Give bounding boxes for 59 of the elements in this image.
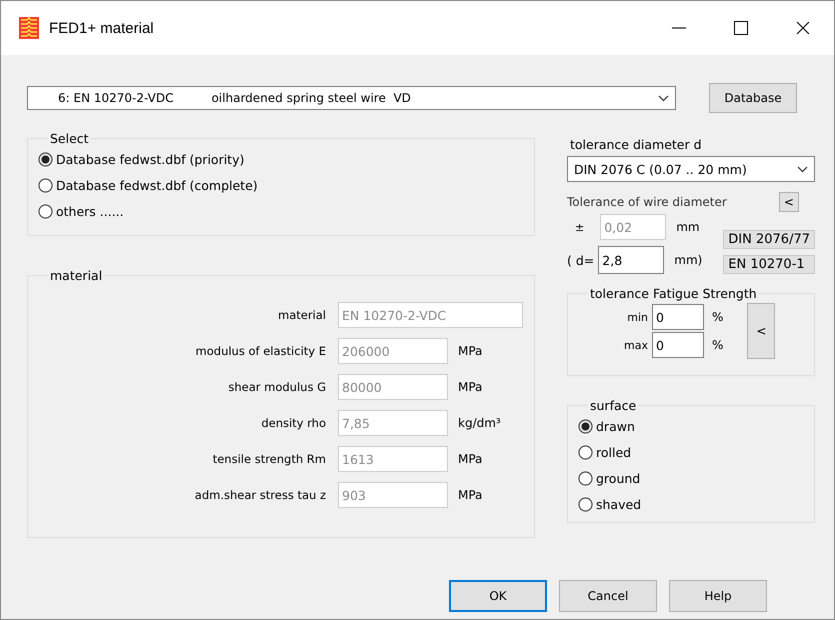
close-icon (796, 21, 810, 35)
radio-button[interactable] (578, 470, 593, 486)
back-button[interactable]: < (778, 192, 799, 212)
radio-button[interactable] (578, 444, 593, 460)
unit-label: mm) (674, 253, 702, 267)
value-field[interactable]: 0 (652, 304, 704, 330)
material-dropdown[interactable]: 6: EN 10270-2-VDC oilhardened spring steel wire VD (27, 86, 676, 110)
radio-label[interactable]: rolled (596, 444, 632, 460)
field-label: min (626, 310, 648, 324)
field-label: modulus of elasticity E (194, 344, 326, 358)
radio-button[interactable] (578, 418, 593, 434)
minimize-icon (672, 27, 686, 29)
plus-minus-sign: ± (575, 220, 584, 234)
field-label: max (623, 338, 648, 352)
group-title: Select (49, 131, 90, 146)
radio-button[interactable] (38, 178, 53, 192)
dialog-button[interactable]: OK (449, 580, 547, 612)
field-label: shear modulus G (227, 380, 326, 394)
unit-label: MPa (458, 380, 482, 394)
standard-label: EN 10270-1 (723, 255, 815, 274)
radio-label[interactable]: ground (596, 470, 640, 486)
radio-label[interactable]: shaved (596, 496, 642, 512)
unit-label: MPa (458, 344, 482, 358)
chevron-down-icon (797, 166, 808, 172)
unit-label: MPa (458, 452, 482, 466)
unit-label: MPa (458, 488, 482, 502)
group-title: tolerance Fatigue Strength (589, 286, 758, 301)
back-button[interactable]: < (747, 303, 776, 359)
field-label: ( d= (567, 252, 594, 268)
group-title: surface (589, 398, 638, 413)
diameter-field[interactable]: 2,8 (598, 246, 664, 274)
standard-label: DIN 2076/77 (723, 230, 815, 249)
chevron-down-icon (658, 94, 669, 102)
field-label: Tolerance of wire diameter (567, 195, 727, 209)
tolerance-dropdown[interactable]: DIN 2076 C (0.07 .. 20 mm) (567, 156, 815, 182)
radio-label[interactable]: drawn (596, 418, 635, 434)
field-label: tolerance diameter d (570, 137, 703, 152)
field-label: adm.shear stress tau z (194, 488, 326, 502)
unit-label: mm (676, 220, 700, 234)
database-button[interactable]: Database (709, 83, 797, 113)
unit-label: % (712, 310, 724, 324)
dialog-button[interactable]: Help (669, 580, 767, 612)
radio-button[interactable] (578, 496, 593, 512)
radio-button[interactable] (38, 204, 53, 218)
field-label: density rho (260, 416, 326, 430)
field-label: material (277, 308, 326, 322)
window-title: FED1+ material (49, 20, 155, 36)
maximize-icon (734, 21, 748, 35)
field-label: tensile strength Rm (212, 452, 326, 466)
unit-label: % (712, 338, 724, 352)
radio-label[interactable]: others ...... (56, 204, 124, 218)
radio-label[interactable]: Database fedwst.dbf (complete) (56, 178, 258, 192)
radio-label[interactable]: Database fedwst.dbf (priority) (56, 152, 244, 166)
value-field[interactable]: 0 (652, 332, 704, 358)
radio-button[interactable] (38, 152, 53, 166)
unit-label: kg/dm³ (458, 416, 501, 430)
group-title: material (49, 268, 104, 283)
dialog-button[interactable]: Cancel (559, 580, 657, 612)
spring-logo-icon (19, 17, 39, 39)
